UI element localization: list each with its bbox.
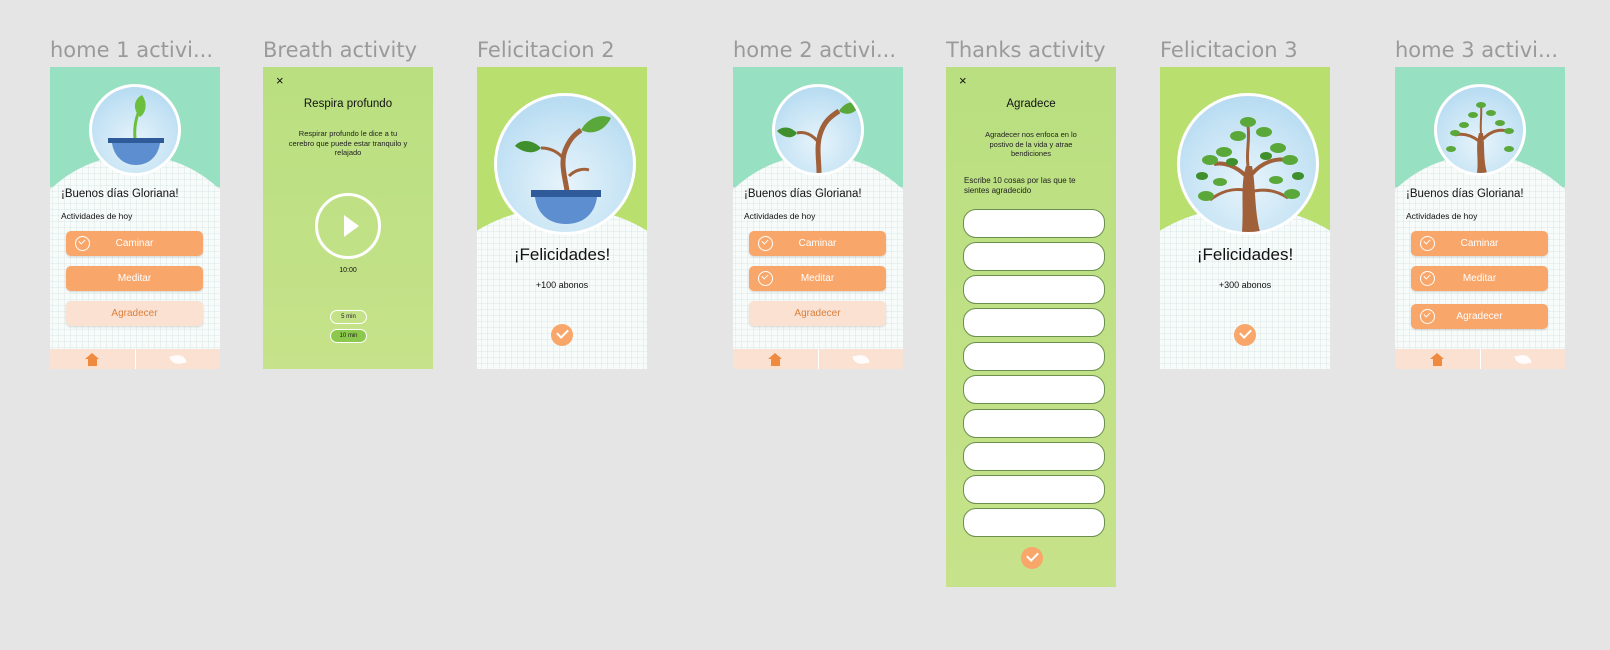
gratitude-field-7[interactable] (963, 409, 1105, 438)
points-text: +300 abonos (1218, 280, 1272, 290)
home3-frame: ¡Buenos días Gloriana! Actividades de ho… (1395, 67, 1565, 369)
check-icon[interactable] (1021, 547, 1043, 569)
check-icon (758, 271, 773, 286)
frame-title-home3[interactable]: home 3 activi... (1395, 38, 1565, 62)
tree-icon (1446, 102, 1514, 173)
agradecer-button[interactable]: Agradecer (66, 301, 203, 326)
home-icon (1429, 352, 1445, 366)
check-icon (1420, 271, 1435, 286)
gratitude-field-9[interactable] (963, 475, 1105, 504)
gratitude-field-6[interactable] (963, 375, 1105, 404)
frame-title-fel3[interactable]: Felicitacion 3 (1160, 38, 1330, 62)
tab-home[interactable] (50, 349, 135, 369)
tab-garden[interactable] (134, 349, 221, 369)
check-icon (1420, 236, 1435, 251)
thanks-heading: Agradece (1006, 98, 1056, 110)
leaf-icon (852, 353, 870, 365)
button-label: Agradecer (794, 308, 841, 319)
sprout-pot-icon (108, 95, 164, 165)
button-label: Agradecer (111, 308, 158, 319)
greeting-text: ¡Buenos días Gloriana! (1406, 188, 1524, 200)
plant-avatar (1177, 93, 1319, 235)
tab-bar (50, 349, 220, 369)
gratitude-field-3[interactable] (963, 275, 1105, 304)
check-icon (1420, 309, 1435, 324)
meditar-button[interactable]: Meditar (749, 266, 886, 291)
button-label: Meditar (1462, 273, 1497, 284)
congrats-message: ¡Felicidades! (513, 245, 611, 264)
tab-home[interactable] (733, 349, 818, 369)
close-icon[interactable]: × (276, 73, 284, 88)
button-label: Meditar (117, 273, 152, 284)
tab-garden[interactable] (1479, 349, 1566, 369)
agradecer-button[interactable]: Agradecer (749, 301, 886, 326)
points-text: +100 abonos (535, 280, 589, 290)
breath-description: Respirar profundo le dice a tu cerebro q… (288, 129, 408, 157)
button-label: Agradecer (1456, 311, 1503, 322)
fel2-frame: ¡Felicidades! +100 abonos (477, 67, 647, 369)
thanks-description: Agradecer nos enfoca en lo postivo de la… (985, 130, 1077, 158)
activities-subtitle: Actividades de hoy (61, 211, 133, 221)
plant-avatar (772, 84, 864, 176)
play-icon[interactable] (315, 193, 381, 259)
gratitude-field-2[interactable] (963, 242, 1105, 271)
leaf-icon (169, 353, 187, 365)
young-plant-pot-icon (515, 116, 611, 224)
activities-subtitle: Actividades de hoy (1406, 211, 1478, 221)
tab-garden[interactable] (817, 349, 904, 369)
frame-title-breath[interactable]: Breath activity (263, 38, 433, 62)
gratitude-field-4[interactable] (963, 308, 1105, 337)
check-icon (75, 236, 90, 251)
breath-heading: Respira profundo (303, 98, 393, 110)
thanks-instruction: Escribe 10 cosas por las que te sientes … (964, 176, 1076, 195)
check-icon (758, 236, 773, 251)
gratitude-field-1[interactable] (963, 209, 1105, 238)
sapling-icon (777, 101, 861, 173)
option-10-min[interactable]: 10 min (330, 329, 367, 343)
gratitude-field-8[interactable] (963, 442, 1105, 471)
button-label: Caminar (115, 238, 154, 249)
frame-title-thanks[interactable]: Thanks activity (946, 38, 1116, 62)
frame-title-home1[interactable]: home 1 activi... (50, 38, 220, 62)
plant-avatar (1434, 84, 1526, 176)
tab-bar (1395, 349, 1565, 369)
check-icon[interactable] (551, 324, 573, 346)
tab-bar (733, 349, 903, 369)
congrats-message: ¡Felicidades! (1196, 245, 1294, 264)
button-label: Caminar (798, 238, 837, 249)
greeting-text: ¡Buenos días Gloriana! (61, 188, 179, 200)
fel3-frame: ¡Felicidades! +300 abonos (1160, 67, 1330, 369)
thanks-frame: × Agradece Agradecer nos enfoca en lo po… (946, 67, 1116, 587)
plant-avatar (494, 93, 636, 235)
greeting-text: ¡Buenos días Gloriana! (744, 188, 862, 200)
tab-home[interactable] (1395, 349, 1480, 369)
frame-title-home2[interactable]: home 2 activi... (733, 38, 903, 62)
breath-frame: × Respira profundo Respirar profundo le … (263, 67, 433, 369)
home-icon (84, 352, 100, 366)
option-5-min[interactable]: 5 min (330, 310, 367, 324)
caminar-button[interactable]: Caminar (749, 231, 886, 256)
caminar-button[interactable]: Caminar (66, 231, 203, 256)
leaf-icon (1514, 353, 1532, 365)
home1-frame: ¡Buenos días Gloriana! Actividades de ho… (50, 67, 220, 369)
agradecer-button[interactable]: Agradecer (1411, 304, 1548, 329)
gratitude-field-5[interactable] (963, 342, 1105, 371)
close-icon[interactable]: × (959, 73, 967, 88)
frame-title-fel2[interactable]: Felicitacion 2 (477, 38, 647, 62)
home-icon (767, 352, 783, 366)
caminar-button[interactable]: Caminar (1411, 231, 1548, 256)
timer-text: 10:00 (339, 267, 357, 274)
plant-avatar (89, 84, 181, 176)
gratitude-field-10[interactable] (963, 508, 1105, 537)
meditar-button[interactable]: Meditar (1411, 266, 1548, 291)
check-icon[interactable] (1234, 324, 1256, 346)
meditar-button[interactable]: Meditar (66, 266, 203, 291)
activities-subtitle: Actividades de hoy (744, 211, 816, 221)
button-label: Caminar (1460, 238, 1499, 249)
home2-frame: ¡Buenos días Gloriana! Actividades de ho… (733, 67, 903, 369)
button-label: Meditar (800, 273, 835, 284)
tree-icon (1196, 117, 1304, 232)
